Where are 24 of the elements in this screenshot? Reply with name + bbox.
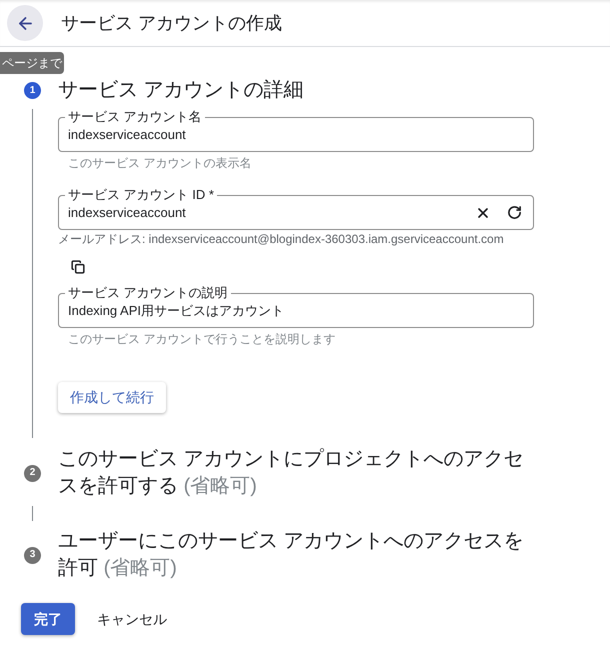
done-button[interactable]: 完了 <box>21 603 75 635</box>
step-number: 1 <box>24 82 41 99</box>
step-title: このサービス アカウントにプロジェクトへのアクセスを許可する (省略可) <box>58 447 525 499</box>
cancel-button[interactable]: キャンセル <box>85 603 179 635</box>
page-title: サービス アカウントの作成 <box>61 12 282 34</box>
field-value: indexserviceaccount <box>68 204 186 220</box>
copy-icon[interactable] <box>71 260 85 274</box>
step-number: 2 <box>24 464 41 482</box>
field-label: サービス アカウント名 <box>65 109 205 124</box>
helper-text: このサービス アカウントで行うことを説明します <box>67 331 336 347</box>
step-title: ユーザーにこのサービス アカウントへのアクセスを許可 (省略可) <box>58 529 525 581</box>
field-label: サービス アカウントの説明 <box>65 285 231 300</box>
email-note: メールアドレス: indexserviceaccount@blogindex-360303.iam.gserviceaccount.com <box>58 231 505 247</box>
step-connector <box>32 506 33 521</box>
field-value: Indexing API用サービスはアカウント <box>68 302 284 318</box>
tooltip: ページまで <box>0 52 64 74</box>
back-button[interactable] <box>7 5 43 41</box>
field-label: サービス アカウント ID * <box>65 187 217 202</box>
helper-text: このサービス アカウントの表示名 <box>67 155 252 171</box>
step-title: サービス アカウントの詳細 <box>58 78 305 103</box>
step-number: 3 <box>24 546 41 564</box>
refresh-icon[interactable] <box>507 205 522 220</box>
continue-button[interactable]: 作成して続行 <box>58 382 166 413</box>
field-value: indexserviceaccount <box>68 126 186 142</box>
